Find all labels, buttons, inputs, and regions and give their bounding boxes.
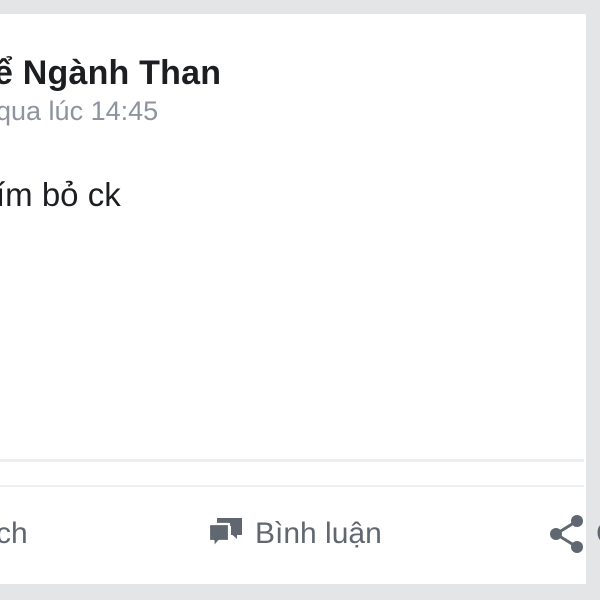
post-author[interactable]: ể Ngành Than: [0, 54, 221, 93]
divider: [0, 459, 584, 462]
post-card: ể Ngành Than qua lúc 14:45 ím bỏ ck ch B…: [0, 14, 600, 584]
post-timestamp[interactable]: qua lúc 14:45: [0, 96, 158, 127]
comment-button[interactable]: Bình luận: [207, 504, 382, 564]
like-button[interactable]: ch: [0, 504, 28, 564]
share-icon: [548, 514, 586, 554]
post-text: ím bỏ ck: [0, 176, 121, 213]
comment-icon: [207, 516, 245, 552]
share-button[interactable]: C: [548, 504, 600, 564]
comment-button-label: Bình luận: [255, 517, 382, 550]
divider: [0, 485, 584, 487]
like-button-label: ch: [0, 517, 28, 550]
share-button-label: C: [596, 517, 600, 551]
